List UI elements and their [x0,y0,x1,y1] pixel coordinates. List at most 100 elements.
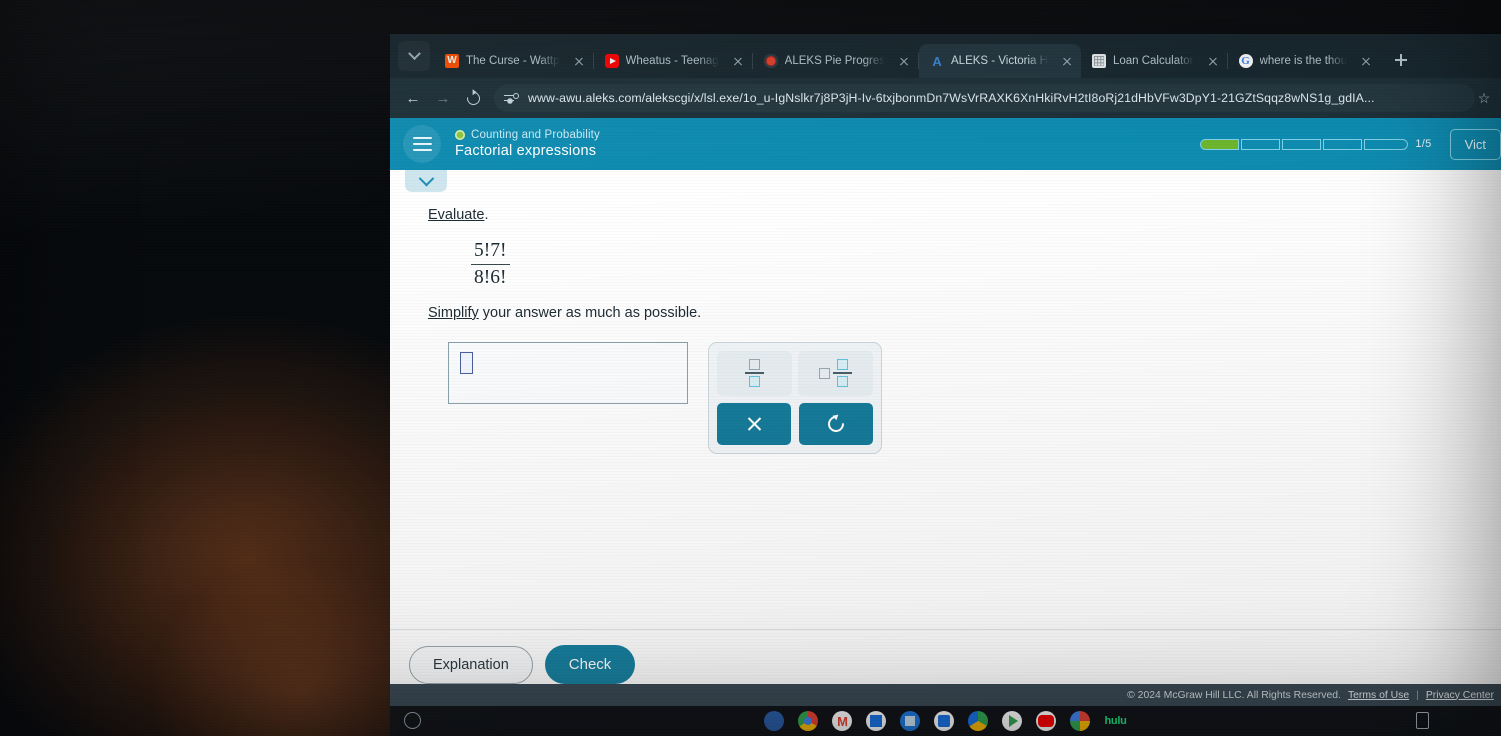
reload-button[interactable] [458,83,488,113]
chevron-down-icon [418,170,434,186]
mixed-number-icon [833,359,852,388]
close-icon[interactable] [1358,53,1374,69]
drive-icon[interactable] [968,711,989,731]
progress-segment-5 [1364,138,1409,150]
evaluate-link[interactable]: Evaluate [428,207,484,223]
gmail-icon[interactable] [832,711,853,731]
launcher-icon[interactable] [404,712,421,729]
back-button[interactable]: ← [398,83,428,113]
new-tab-button[interactable] [1387,46,1415,74]
header-right: 1/5 Vict [1200,128,1501,160]
copyright-text: © 2024 McGraw Hill LLC. All Rights Reser… [1127,689,1341,701]
site-settings-icon[interactable] [504,92,519,105]
tab-title: The Curse - Wattp [466,55,560,67]
close-icon[interactable] [571,53,587,69]
menu-line [412,142,432,146]
sheets-icon[interactable] [866,711,887,731]
mixed-number-template-button[interactable] [798,350,873,396]
fraction-denominator: 8!6! [474,267,507,289]
whole-number-box [819,367,830,379]
browser-tab-wheatus[interactable]: Wheatus - Teenag [594,44,752,78]
clear-button[interactable] [717,402,791,445]
simplify-instruction: Simplify your answer as much as possible… [428,305,1501,321]
fraction-bar [745,372,764,375]
tab-title: Wheatus - Teenag [625,55,719,67]
math-keypad-actions [717,402,873,445]
browser-tab-the-curse[interactable]: W The Curse - Wattp [434,44,593,78]
hamburger-menu-icon[interactable] [403,125,441,163]
numerator-box [749,359,760,371]
privacy-center-link[interactable]: Privacy Center [1426,690,1494,701]
menu-line [412,149,432,152]
docs-icon[interactable] [934,711,955,731]
denominator-box [749,376,760,388]
wattpad-icon: W [445,54,459,68]
youtube-icon[interactable] [1036,711,1057,731]
question-body: Evaluate. 5!7! 8!6! Simplify your answer… [390,170,1501,454]
battery-icon[interactable] [1416,712,1429,729]
fraction-template-button[interactable] [717,350,792,396]
numerator-box [837,359,848,371]
os-shelf: hulu [390,706,1501,736]
aleks-icon [763,54,778,68]
browser-tab-google-search[interactable]: G where is the thou [1228,44,1381,78]
action-bar: Explanation Check [390,629,1501,684]
user-menu-button[interactable]: Vict [1449,128,1501,160]
fraction-numerator: 5!7! [471,239,510,266]
check-button[interactable]: Check [544,645,636,684]
browser-tab-aleks-victoria[interactable]: A ALEKS - Victoria H [919,44,1081,78]
explanation-button[interactable]: Explanation [409,645,533,684]
tab-title: Loan Calculator [1112,55,1194,67]
star-icon[interactable]: ☆ [1475,90,1493,107]
progress-indicator: 1/5 [1200,138,1431,150]
terms-of-use-link[interactable]: Terms of Use [1348,690,1409,701]
hulu-label[interactable]: hulu [1104,715,1126,727]
close-icon[interactable] [730,53,746,69]
chrome-browser-window: W The Curse - Wattp Wheatus - Teenag ALE… [390,34,1501,706]
tab-search-button[interactable] [398,41,430,71]
simplify-link[interactable]: Simplify [428,305,479,321]
chevron-down-icon [407,46,421,60]
answer-input[interactable] [448,341,688,404]
topic-row: Counting and Probability [455,129,600,141]
close-icon[interactable] [1059,53,1075,69]
close-icon[interactable] [1205,53,1221,69]
header-titles: Counting and Probability Factorial expre… [455,129,600,159]
tab-title: ALEKS Pie Progres [784,55,886,67]
browser-toolbar: ← → www-awu.aleks.com/alekscgi/x/lsl.exe… [390,78,1501,118]
question-instruction: Evaluate. [428,207,1501,223]
math-expression: 5!7! 8!6! [471,239,510,291]
progress-segment-1 [1200,138,1240,150]
tab-title: ALEKS - Victoria H [951,55,1048,67]
close-icon[interactable] [896,53,912,69]
url-text: www-awu.aleks.com/alekscgi/x/lsl.exe/1o_… [528,91,1375,105]
green-circle-icon [455,130,465,140]
simplify-text: your answer as much as possible. [478,304,702,321]
topic-label: Counting and Probability [471,129,600,141]
aleks-a-icon: A [932,54,942,68]
play-icon[interactable] [1002,711,1023,731]
forward-button[interactable]: → [428,83,458,113]
collapse-panel-button[interactable] [405,170,447,192]
progress-segment-2 [1241,138,1281,150]
photos-icon[interactable] [1070,711,1091,731]
instruction-suffix: . [484,207,489,223]
browser-tab-aleks-pie-progress[interactable]: ALEKS Pie Progres [753,44,918,78]
browser-tab-loan-calculator[interactable]: Loan Calculator [1081,44,1227,78]
answer-row [448,341,1501,454]
calculator-icon [1091,54,1106,68]
progress-segment-4 [1323,138,1363,150]
undo-icon [824,412,848,436]
chrome-icon[interactable] [798,711,819,731]
menu-line [412,136,432,139]
slides-icon[interactable] [900,711,921,731]
aleks-page: Counting and Probability Factorial expre… [390,118,1501,706]
address-bar[interactable]: www-awu.aleks.com/alekscgi/x/lsl.exe/1o_… [494,84,1475,112]
footer-separator: | [1416,689,1419,701]
undo-button[interactable] [799,402,873,445]
google-icon: G [1238,54,1253,68]
aleks-header-bar: Counting and Probability Factorial expre… [390,118,1501,170]
tab-title: where is the thou [1259,55,1348,67]
files-icon[interactable] [764,711,785,731]
page-footer: © 2024 McGraw Hill LLC. All Rights Reser… [390,684,1501,706]
